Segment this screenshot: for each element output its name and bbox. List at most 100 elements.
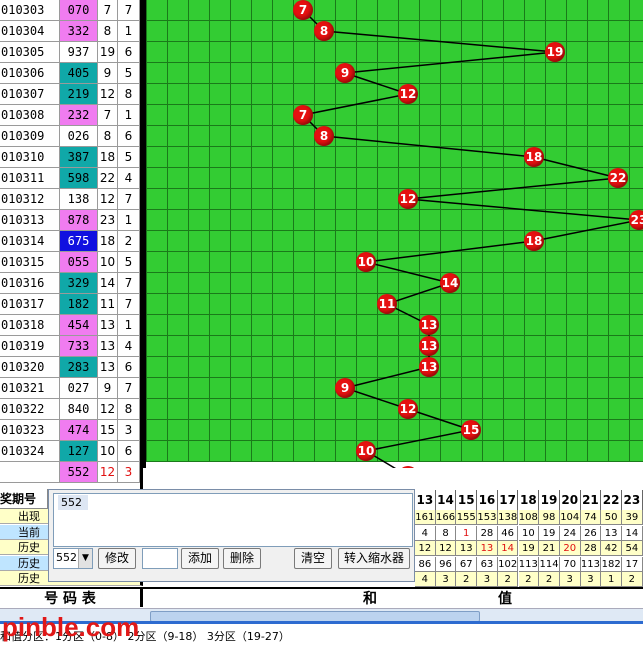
- move-to-shrink-button[interactable]: 转入缩水器: [338, 548, 410, 569]
- stat-cell: 166: [435, 510, 457, 525]
- list-grid: [56, 496, 404, 511]
- stat-cell: 74: [580, 510, 602, 525]
- issue-cell: 010315: [0, 252, 60, 273]
- sum-value-ball: 18: [524, 147, 544, 167]
- stat-cell: 3: [477, 572, 498, 587]
- stat-cell: 153: [477, 510, 498, 525]
- number-select[interactable]: 552 ▼: [53, 548, 93, 569]
- sum-cell: 22: [98, 168, 118, 189]
- issue-cell: 010311: [0, 168, 60, 189]
- table-row: 010319 733 13 4: [0, 336, 143, 357]
- number-cell: 283: [60, 357, 98, 378]
- sum-cell: 7: [98, 105, 118, 126]
- sum-value-ball: 14: [440, 273, 460, 293]
- tail-cell: 1: [118, 21, 140, 42]
- sum-cell: 9: [98, 63, 118, 84]
- stat-cell: 13: [456, 541, 478, 556]
- column-header: 14: [436, 490, 457, 510]
- table-row: 010310 387 18 5: [0, 147, 143, 168]
- stat-cell: 17: [622, 556, 643, 572]
- stat-cell: 138: [497, 510, 519, 525]
- issue-cell: 010322: [0, 399, 60, 420]
- clear-button[interactable]: 清空: [294, 548, 332, 569]
- table-row: 010322 840 12 8: [0, 399, 143, 420]
- table-row: 010306 405 9 5: [0, 63, 143, 84]
- sum-cell: 18: [98, 231, 118, 252]
- chevron-down-icon[interactable]: ▼: [78, 549, 92, 568]
- modify-button[interactable]: 修改: [98, 548, 136, 569]
- sum-cell: 13: [98, 357, 118, 378]
- issue-cell: 010313: [0, 210, 60, 231]
- stat-cell: 67: [456, 556, 478, 572]
- table-row: 010320 283 13 6: [0, 357, 143, 378]
- sum-value-ball: 7: [293, 105, 313, 125]
- number-list[interactable]: 552: [53, 493, 413, 547]
- sum-label-left: 和: [363, 591, 377, 607]
- sum-cell: 7: [98, 0, 118, 21]
- add-button[interactable]: 添加: [181, 548, 219, 569]
- trend-polyline: [301, 9, 640, 468]
- stat-cell: 13: [477, 541, 498, 556]
- delete-button[interactable]: 删除: [223, 548, 261, 569]
- stat-cell: 4: [415, 572, 436, 587]
- number-cell: 598: [60, 168, 98, 189]
- tail-cell: 6: [118, 42, 140, 63]
- table-separator: [140, 0, 143, 489]
- table-row: 010321 027 9 7: [0, 378, 143, 399]
- column-header: 20: [560, 490, 581, 510]
- sum-cell: 13: [98, 336, 118, 357]
- stat-cell: 12: [415, 541, 436, 556]
- number-cell: 937: [60, 42, 98, 63]
- sum-cell: 23: [98, 210, 118, 231]
- issue-cell: 010305: [0, 42, 60, 63]
- sum-value-ball: 10: [356, 441, 376, 461]
- watermark-logo: pinble.com: [2, 612, 140, 642]
- tail-cell: 4: [118, 168, 140, 189]
- tail-cell: 5: [118, 147, 140, 168]
- number-input[interactable]: [142, 548, 178, 569]
- issue-cell: 010309: [0, 126, 60, 147]
- issue-cell: 010307: [0, 84, 60, 105]
- stat-cell: 113: [580, 556, 602, 572]
- number-cell: 675: [60, 231, 98, 252]
- sum-value-ball: 9: [335, 378, 355, 398]
- stat-cell: 14: [622, 525, 643, 541]
- sum-value-ball: 12: [398, 189, 418, 209]
- sum-label-right: 值: [498, 591, 512, 607]
- table-row: 010303 070 7 7: [0, 0, 143, 21]
- sum-value-ball: 15: [461, 420, 481, 440]
- table-row: 010309 026 8 6: [0, 126, 143, 147]
- column-header: 18: [519, 490, 540, 510]
- stat-cell: 3: [435, 572, 457, 587]
- table-row: 010312 138 12 7: [0, 189, 143, 210]
- issue-cell: 010320: [0, 357, 60, 378]
- issue-cell: 010314: [0, 231, 60, 252]
- number-cell: 232: [60, 105, 98, 126]
- stat-cell: 108: [518, 510, 540, 525]
- table-row: 010308 232 7 1: [0, 105, 143, 126]
- list-item[interactable]: 552: [58, 495, 88, 510]
- tail-cell: 1: [118, 315, 140, 336]
- table-row: 010315 055 10 5: [0, 252, 143, 273]
- stat-cell: 98: [539, 510, 560, 525]
- trend-line: [301, 9, 640, 468]
- column-header: 21: [581, 490, 602, 510]
- table-row: 010324 127 10 6: [0, 441, 143, 462]
- table-row: 010305 937 19 6: [0, 42, 143, 63]
- issue-cell: 010303: [0, 0, 60, 21]
- sum-value-trend-grid: 7819912781822122318101411131313912151012: [143, 0, 643, 468]
- issue-header: 奖期号: [0, 489, 48, 509]
- sum-value-ball: 11: [377, 294, 397, 314]
- tail-cell: 3: [118, 462, 140, 483]
- tail-cell: 7: [118, 0, 140, 21]
- number-cell: 070: [60, 0, 98, 21]
- tail-cell: 5: [118, 252, 140, 273]
- sum-cell: 13: [98, 315, 118, 336]
- tail-cell: 1: [118, 105, 140, 126]
- tail-cell: 6: [118, 441, 140, 462]
- column-header: 16: [477, 490, 498, 510]
- sum-cell: 12: [98, 84, 118, 105]
- sum-value-ball: 8: [314, 126, 334, 146]
- stat-cell: 96: [435, 556, 457, 572]
- tail-cell: 7: [118, 189, 140, 210]
